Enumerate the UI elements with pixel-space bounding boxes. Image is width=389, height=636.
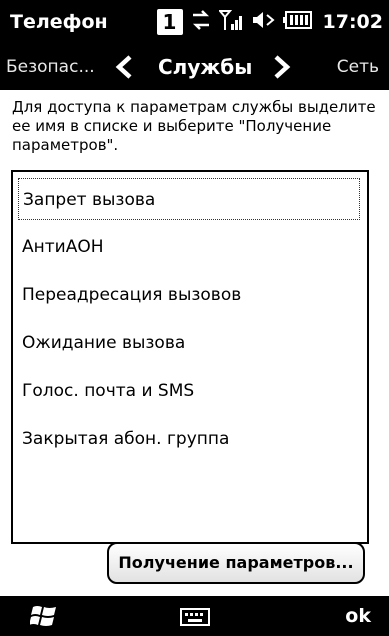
status-icons: 1 17:02: [156, 7, 383, 37]
tab-next[interactable]: Сеть: [337, 44, 379, 90]
list-item-anti-caller-id[interactable]: АнтиАОН: [18, 226, 360, 268]
list-item-closed-user-group[interactable]: Закрытая абон. группа: [18, 418, 360, 460]
windows-start-icon[interactable]: [29, 603, 58, 629]
volume-icon[interactable]: [251, 8, 277, 36]
tab-previous[interactable]: Безопас...: [6, 44, 95, 90]
list-item-call-forwarding[interactable]: Переадресация вызовов: [18, 274, 360, 316]
main-content: Для доступа к параметрам службы выделите…: [0, 90, 389, 596]
list-item-call-barring[interactable]: Запрет вызова: [18, 178, 360, 220]
app-title: Телефон: [10, 11, 108, 33]
get-settings-button[interactable]: Получение параметров...: [107, 542, 365, 584]
data-connection-icon[interactable]: [189, 8, 213, 36]
services-list[interactable]: Запрет вызова АнтиАОН Переадресация вызо…: [11, 170, 369, 544]
list-item-call-waiting[interactable]: Ожидание вызова: [18, 322, 360, 364]
clock[interactable]: 17:02: [323, 11, 383, 33]
keyboard-icon[interactable]: [180, 608, 210, 626]
battery-icon[interactable]: [282, 10, 313, 34]
soft-key-bar: ok: [0, 596, 389, 636]
tab-current: Службы: [158, 55, 253, 79]
instruction-text: Для доступа к параметрам службы выделите…: [12, 98, 376, 154]
signal-icon[interactable]: [217, 8, 245, 36]
notification-badge-icon[interactable]: 1: [156, 9, 183, 35]
chevron-left-icon[interactable]: [112, 54, 138, 80]
ok-button[interactable]: ok: [345, 596, 371, 636]
pivot-bar: Безопас... Службы Сеть: [0, 44, 389, 90]
list-item-voicemail-sms[interactable]: Голос. почта и SMS: [18, 370, 360, 412]
chevron-right-icon[interactable]: [268, 54, 294, 80]
status-bar: Телефон 1 17:02: [0, 0, 389, 44]
